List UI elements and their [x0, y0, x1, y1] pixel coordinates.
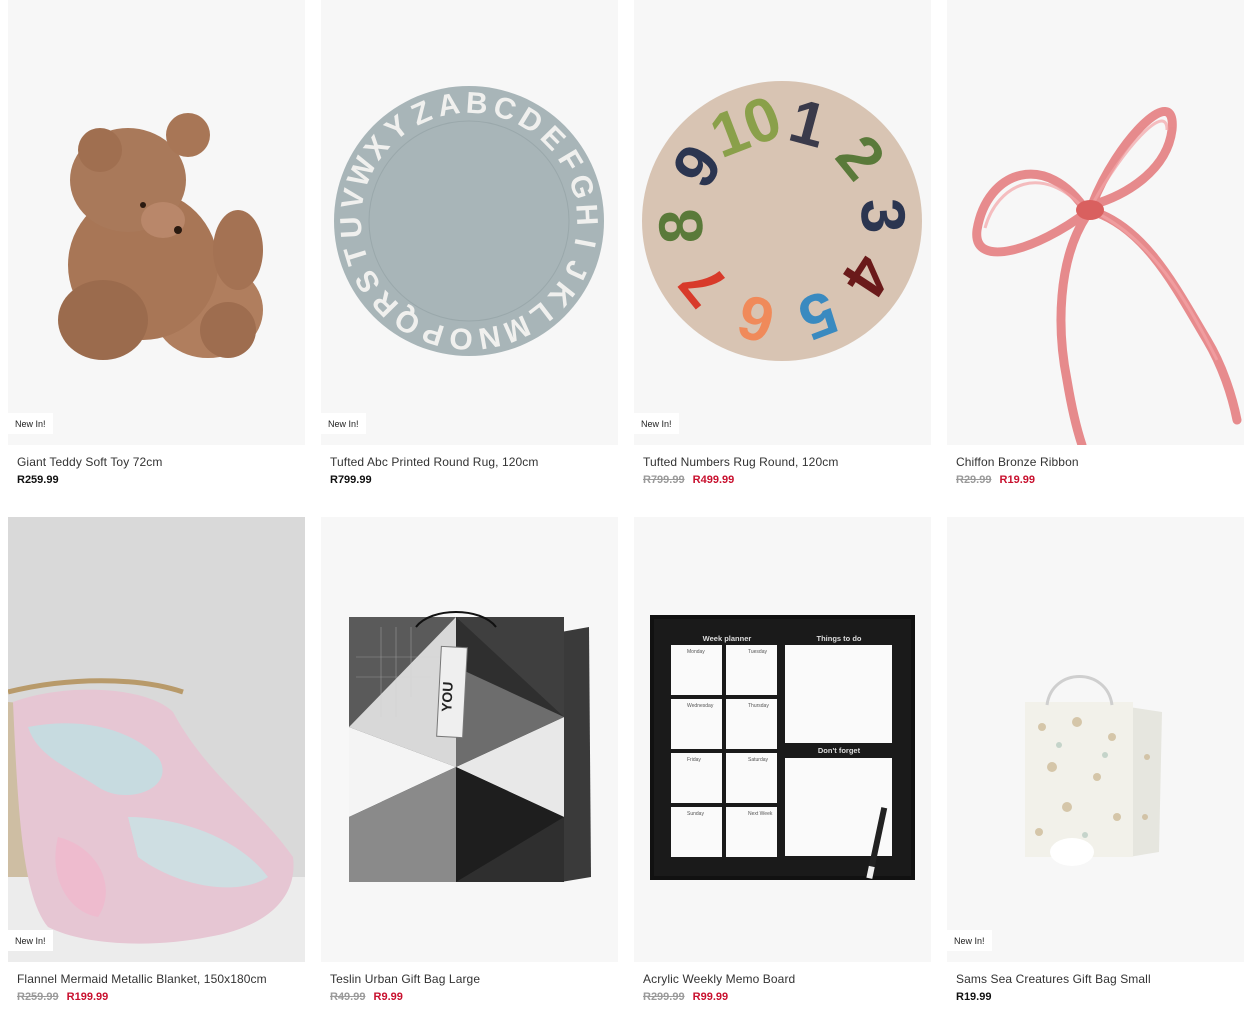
- old-price: R299.99: [643, 991, 685, 1003]
- product-price: R29.99 R19.99: [956, 474, 1244, 488]
- product-price: R259.99: [17, 474, 305, 488]
- abc-rug-image: A B CDEFGHIJKLMNOPQRSTUVWXYZ: [334, 86, 604, 356]
- product-card[interactable]: New In! Flannel Mermaid Metallic Blanket…: [8, 517, 305, 1034]
- product-image[interactable]: New In!: [8, 0, 305, 445]
- memo-day-label: Thursday: [748, 703, 769, 709]
- new-in-badge: New In!: [634, 413, 679, 434]
- product-name[interactable]: Tufted Abc Printed Round Rug, 120cm: [330, 455, 618, 469]
- old-price: R799.99: [643, 474, 685, 486]
- rug-letter: O: [448, 321, 474, 355]
- regular-price: R799.99: [330, 474, 372, 486]
- old-price: R29.99: [956, 474, 992, 486]
- svg-text:YOU: YOU: [438, 681, 456, 712]
- product-card[interactable]: Chiffon Bronze Ribbon R29.99 R19.99: [947, 0, 1244, 517]
- product-card[interactable]: YOU Teslin Urban Gift Bag Large R49.99 R…: [321, 517, 618, 1034]
- gift-bag-large-image: YOU: [349, 611, 591, 882]
- memo-day-label: Tuesday: [748, 649, 767, 655]
- memo-day-label: Sunday: [687, 811, 704, 817]
- product-grid: New In! Giant Teddy Soft Toy 72cm R259.9…: [8, 0, 1244, 1034]
- new-in-badge: New In!: [8, 413, 53, 434]
- ribbon-image: [972, 107, 1242, 445]
- product-image[interactable]: [947, 0, 1244, 445]
- svg-text:Don't forget: Don't forget: [818, 746, 861, 755]
- old-price: R259.99: [17, 991, 59, 1003]
- product-price: R799.99 R499.99: [643, 474, 931, 488]
- memo-day-label: Next Week: [748, 811, 773, 817]
- product-name[interactable]: Giant Teddy Soft Toy 72cm: [17, 455, 305, 469]
- memo-day-label: Saturday: [748, 757, 769, 763]
- product-image[interactable]: New In!: [8, 517, 305, 962]
- regular-price: R259.99: [17, 474, 59, 486]
- svg-text:Week planner: Week planner: [703, 634, 752, 643]
- numbers-rug-image: 12345678910: [642, 81, 922, 361]
- memo-board-image: Week planner Things to do Don't forget M…: [650, 615, 915, 880]
- rug-letter: H: [569, 203, 603, 226]
- sale-price: R19.99: [999, 474, 1036, 486]
- blanket-image: [8, 517, 305, 962]
- rug-number: 8: [646, 207, 717, 245]
- product-price: R299.99 R99.99: [643, 991, 931, 1005]
- rug-letter: B: [465, 87, 489, 121]
- rug-number: 3: [847, 197, 918, 235]
- product-card[interactable]: ABCDEFGHIJKLMNOPQRSTUVWXYZ New In! Tufte…: [321, 0, 618, 517]
- product-price: R49.99 R9.99: [330, 991, 618, 1005]
- sale-price: R9.99: [373, 991, 403, 1003]
- product-name[interactable]: Sams Sea Creatures Gift Bag Small: [956, 972, 1244, 986]
- rug-letter: U: [335, 216, 369, 239]
- product-image[interactable]: YOU: [321, 517, 618, 962]
- regular-price: R19.99: [956, 991, 992, 1003]
- product-card[interactable]: 1 2 3 4 5 6 7 8 9 10 New In! Tufted Numbers Rug R…: [634, 0, 931, 517]
- sale-price: R199.99: [66, 991, 109, 1003]
- product-name[interactable]: Chiffon Bronze Ribbon: [956, 455, 1244, 469]
- memo-day-label: Friday: [687, 757, 701, 763]
- product-name[interactable]: Tufted Numbers Rug Round, 120cm: [643, 455, 931, 469]
- product-price: R19.99: [956, 991, 1244, 1005]
- old-price: R49.99: [330, 991, 366, 1003]
- product-image[interactable]: Week planner Things to do Don't forget M…: [634, 517, 931, 962]
- new-in-badge: New In!: [947, 930, 992, 951]
- product-image[interactable]: ABCDEFGHIJKLMNOPQRSTUVWXYZ New In!: [321, 0, 618, 445]
- new-in-badge: New In!: [321, 413, 366, 434]
- product-name[interactable]: Teslin Urban Gift Bag Large: [330, 972, 618, 986]
- product-card[interactable]: New In! Sams Sea Creatures Gift Bag Smal…: [947, 517, 1244, 1034]
- sea-creatures-bag-image: [1025, 675, 1162, 866]
- product-image[interactable]: New In!: [947, 517, 1244, 962]
- product-name[interactable]: Acrylic Weekly Memo Board: [643, 972, 931, 986]
- sale-price: R99.99: [692, 991, 729, 1003]
- product-name[interactable]: Flannel Mermaid Metallic Blanket, 150x18…: [17, 972, 305, 986]
- product-card[interactable]: New In! Giant Teddy Soft Toy 72cm R259.9…: [8, 0, 305, 517]
- sale-price: R499.99: [692, 474, 735, 486]
- product-price: R799.99: [330, 474, 618, 488]
- svg-text:Things to do: Things to do: [817, 634, 862, 643]
- product-image[interactable]: 1 2 3 4 5 6 7 8 9 10 New In!: [634, 0, 931, 445]
- product-price: R259.99 R199.99: [17, 991, 305, 1005]
- teddy-bear-image: [58, 113, 263, 360]
- product-card[interactable]: Week planner Things to do Don't forget M…: [634, 517, 931, 1034]
- new-in-badge: New In!: [8, 930, 53, 951]
- memo-day-label: Monday: [687, 649, 705, 655]
- memo-day-label: Wednesday: [687, 703, 714, 709]
